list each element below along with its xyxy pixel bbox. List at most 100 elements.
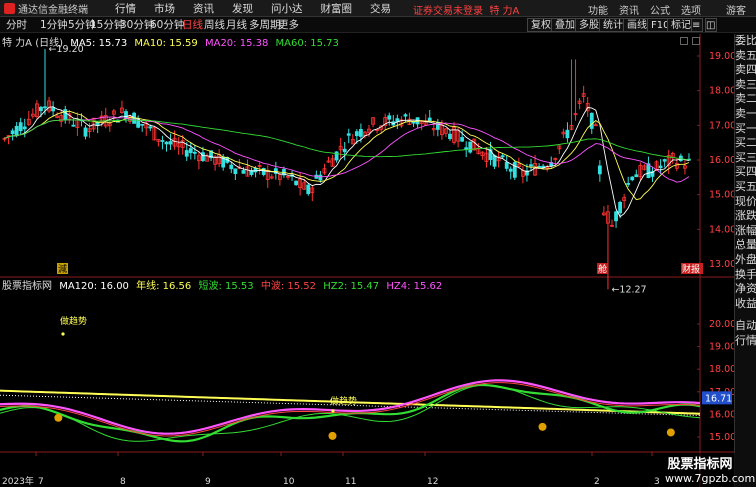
low-price-label: ←12.27	[611, 284, 646, 295]
side-hangqing[interactable]: 行情	[735, 334, 756, 349]
side-shouyi[interactable]: 收益	[735, 297, 756, 312]
minimize-icon[interactable]	[680, 37, 688, 45]
candle-body	[387, 115, 392, 120]
candle-body	[512, 162, 517, 178]
menu-zixun[interactable]: 资讯	[184, 1, 223, 16]
menu-gongneng[interactable]: 功能	[588, 2, 608, 17]
candle-body	[18, 122, 23, 132]
x-axis-label: 10	[283, 477, 295, 487]
candle-body	[10, 130, 15, 135]
side-buyi[interactable]: 买一	[735, 122, 756, 137]
expand-icon[interactable]	[692, 37, 700, 45]
candle-body	[22, 126, 27, 130]
annotation-2: 做趋势	[330, 395, 357, 407]
stock-name-top: 特 力A	[489, 6, 520, 17]
logo-icon	[4, 2, 15, 14]
side-maier[interactable]: 卖二	[735, 92, 756, 107]
x-axis-label: 3	[654, 477, 660, 487]
settings-icon[interactable]: ◫	[705, 18, 717, 32]
login-status[interactable]: 证券交易未登录 特 力A	[413, 2, 519, 17]
x-axis-year: 2023年	[2, 475, 34, 487]
menu-shichang[interactable]: 市场	[145, 1, 184, 16]
x-axis-label: 2	[594, 477, 600, 487]
menu-jiaoyi[interactable]: 交易	[361, 1, 400, 16]
candle-body	[589, 112, 594, 129]
x-axis-label: 11	[345, 477, 356, 487]
candle-body	[354, 131, 359, 137]
candle-body	[537, 166, 541, 168]
candle-body	[229, 164, 234, 170]
candle-body	[626, 183, 631, 185]
top-right-menu: 功能 资讯 公式 选项 游客	[588, 2, 746, 17]
side-buer[interactable]: 买二	[735, 136, 756, 151]
annotation-1: 做趋势	[60, 315, 87, 327]
candle-body	[168, 141, 173, 145]
sub-price-label: 20.00	[709, 319, 734, 330]
sub-price-label: 18.00	[709, 364, 734, 375]
menu-gongshi[interactable]: 公式	[650, 2, 670, 17]
candle-body	[306, 184, 311, 195]
side-maisi[interactable]: 卖四	[735, 63, 756, 78]
sub-price-label: 16.00	[709, 409, 734, 420]
caibao-marker: 财报	[682, 263, 700, 275]
candle-body	[318, 174, 323, 181]
ma120-label: MA120: 16.00	[59, 281, 129, 292]
annotation-dot-1	[61, 332, 65, 336]
tab-monthly[interactable]: 月线	[224, 18, 249, 32]
side-maiwu[interactable]: 卖五	[735, 49, 756, 64]
side-maiyi[interactable]: 卖一	[735, 107, 756, 122]
menu-caifuquan[interactable]: 财富圈	[312, 1, 362, 16]
price-label: 19.00	[709, 51, 734, 62]
side-weibi[interactable]: 委比	[735, 34, 756, 49]
candle-body	[124, 111, 128, 119]
candle-body	[192, 151, 197, 154]
nianxian-label: 年线: 16.56	[136, 281, 192, 292]
candle-body	[468, 141, 473, 153]
menu-youke[interactable]: 游客	[726, 2, 746, 17]
side-xianjia[interactable]: 现价	[735, 195, 756, 210]
candle-body	[51, 107, 55, 112]
candle-body	[241, 170, 246, 174]
side-zongliang[interactable]: 总量	[735, 238, 756, 253]
menu-faxian[interactable]: 发现	[223, 1, 262, 16]
tab-more[interactable]: 更多	[276, 18, 301, 32]
menu-zixun-right[interactable]: 资讯	[619, 2, 639, 17]
ma60-label: MA60: 15.73	[275, 38, 339, 49]
tab-fenshi[interactable]: 分时	[4, 18, 29, 32]
side-maisan[interactable]: 卖三	[735, 78, 756, 93]
side-zidong[interactable]: 自动	[735, 319, 756, 334]
candle-body	[597, 165, 602, 175]
candle-body	[460, 137, 465, 142]
side-busi[interactable]: 买四	[735, 165, 756, 180]
candle-body	[164, 141, 169, 145]
tab-1min[interactable]: 1分钟	[38, 18, 70, 32]
candle-body	[504, 162, 509, 169]
candle-body	[565, 129, 570, 139]
side-jingzi[interactable]: 净资	[735, 282, 756, 297]
side-waipan[interactable]: 外盘	[735, 253, 756, 268]
candle-body	[83, 127, 88, 137]
cang-marker: 舱	[598, 263, 607, 275]
app-name: 通达信金融终端	[18, 4, 88, 16]
menu-xuanxiang[interactable]: 选项	[681, 2, 701, 17]
side-buwu[interactable]: 买五	[735, 180, 756, 195]
candle-body	[342, 148, 347, 153]
sub-price-label: 19.00	[709, 342, 734, 353]
sub-price-label: 15.00	[709, 432, 734, 443]
side-zhangdie[interactable]: 涨跌	[735, 209, 756, 224]
menu-wenxiaoda[interactable]: 问小达	[262, 1, 312, 16]
signal-icon	[54, 413, 63, 422]
candle-body	[201, 152, 205, 161]
candle-body	[662, 159, 667, 162]
signal-icon	[538, 422, 547, 431]
kline-chart[interactable]: 19.00 18.00 17.00 16.00 15.00 14.00 13.00 20.00…	[0, 34, 734, 487]
candle-body	[233, 168, 238, 175]
side-busan[interactable]: 买三	[735, 151, 756, 166]
menu-icon[interactable]: ≡	[691, 18, 703, 32]
side-zhangfu[interactable]: 涨幅	[735, 224, 756, 239]
candle-body	[346, 133, 351, 136]
x-axis-label: 8	[120, 477, 126, 487]
side-huanshou[interactable]: 换手	[735, 268, 756, 283]
menu-hangqing[interactable]: 行情	[106, 1, 145, 16]
candle-body	[529, 164, 533, 167]
